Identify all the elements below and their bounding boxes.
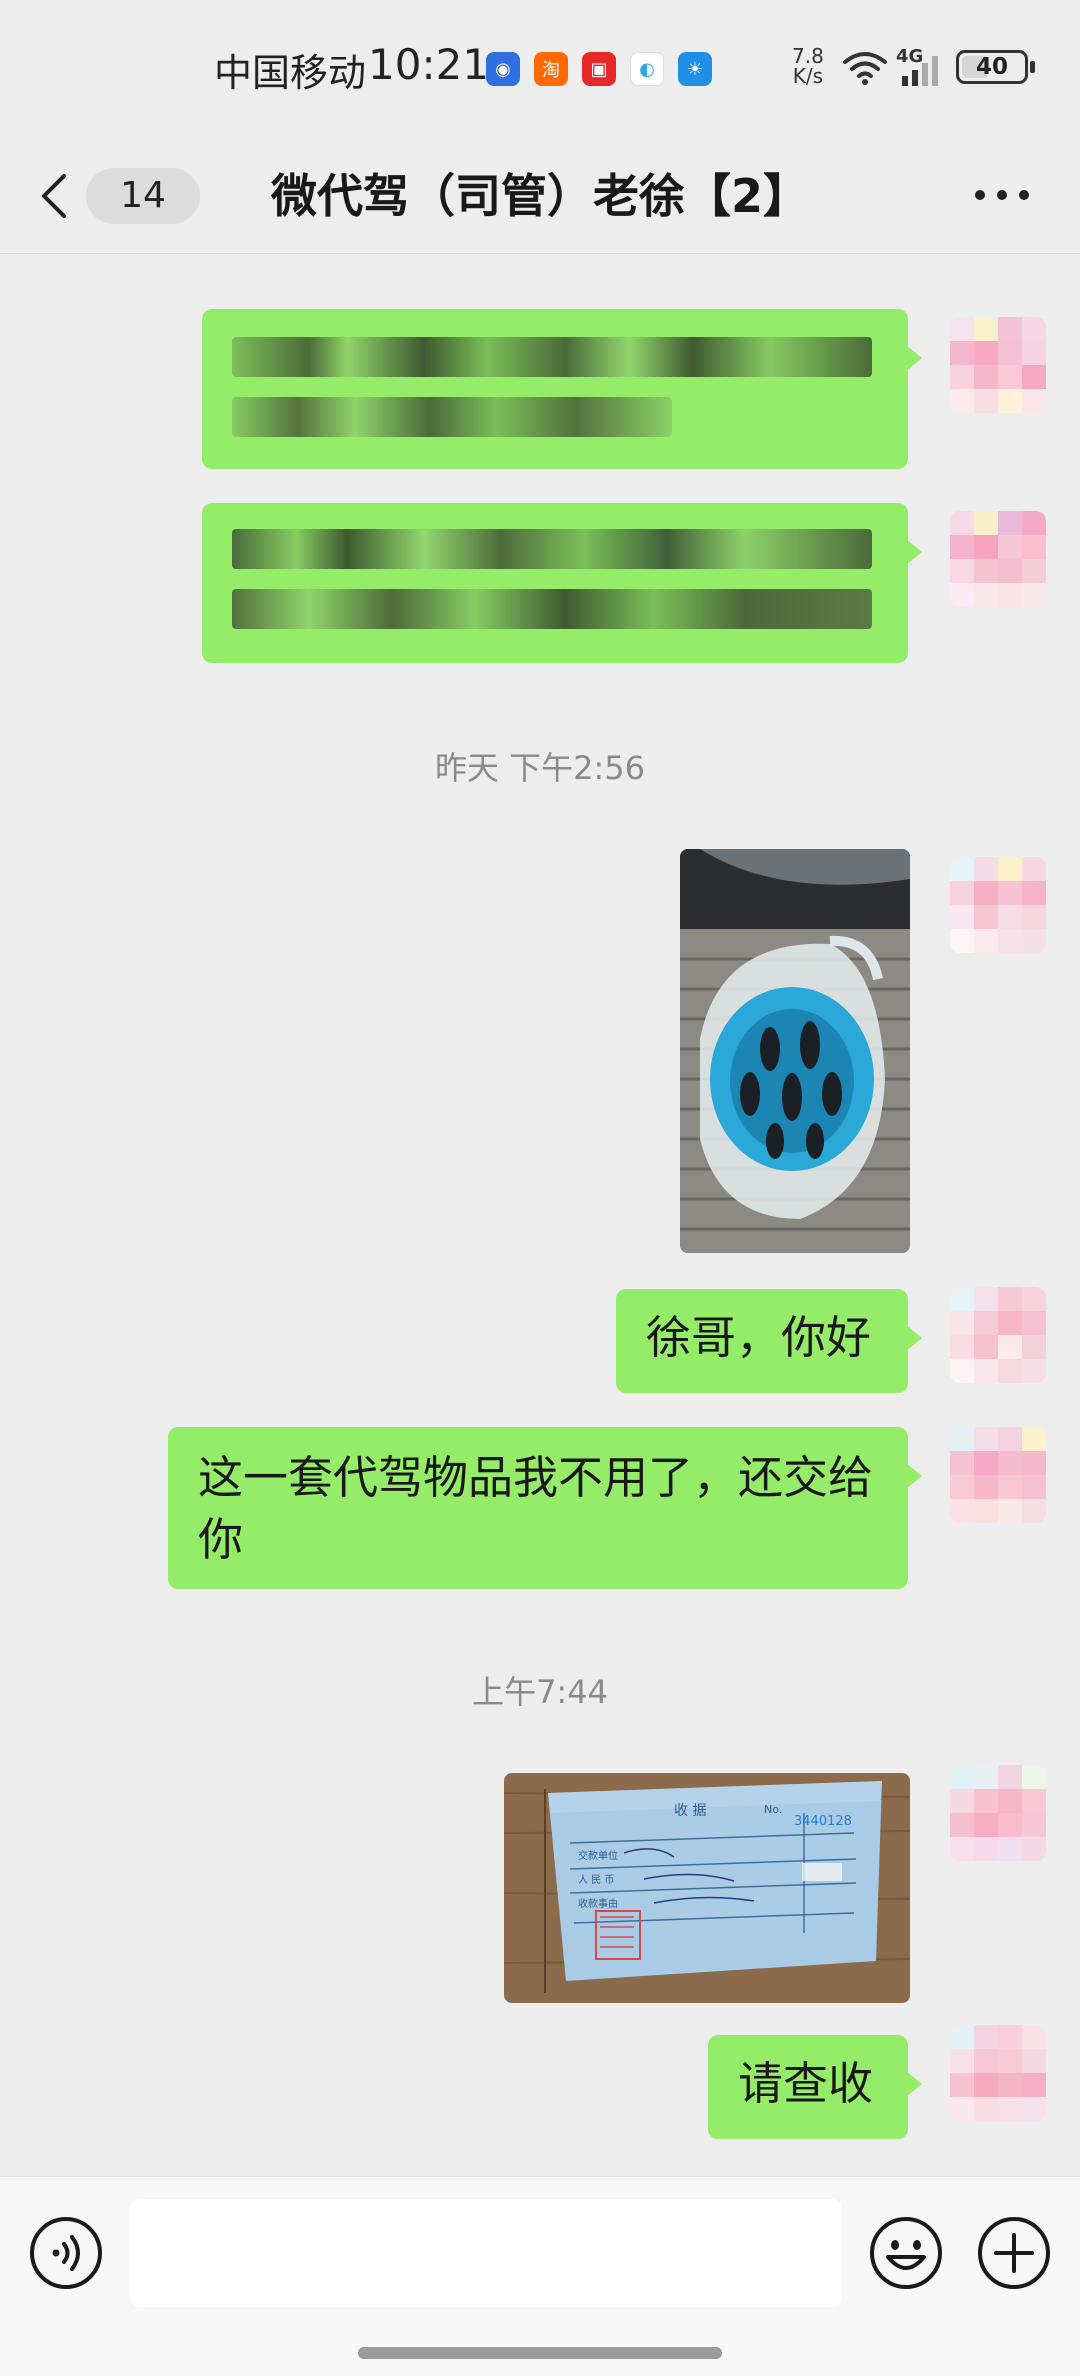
home-indicator[interactable] (358, 2347, 722, 2359)
timestamp: 昨天 下午2:56 (434, 749, 646, 787)
helmet-photo (680, 849, 910, 1253)
message-text: 这一套代驾物品我不用了，还交给你 (198, 1451, 874, 1566)
avatar[interactable] (950, 317, 1046, 413)
redacted-text (232, 529, 872, 569)
battery-indicator: 40 (956, 50, 1035, 84)
redacted-text (232, 337, 872, 377)
avatar[interactable] (950, 511, 1046, 607)
message-input[interactable] (130, 2199, 842, 2307)
avatar[interactable] (950, 857, 1046, 953)
emoji-icon[interactable] (868, 2215, 944, 2291)
taobao-icon: 淘 (534, 52, 568, 86)
input-bar (0, 2176, 1080, 2376)
avatar[interactable] (950, 1427, 1046, 1523)
battery-percent: 40 (975, 54, 1008, 80)
avatar[interactable] (950, 2025, 1046, 2121)
message-bubble[interactable]: 这一套代驾物品我不用了，还交给你 (168, 1427, 922, 1589)
message-app-icon: ◐ (630, 52, 664, 86)
chat-header: 14 微代驾（司管）老徐【2】 (0, 136, 1080, 254)
signal-icon (902, 56, 938, 86)
back-button[interactable]: 14 (38, 164, 200, 226)
more-options-icon[interactable] (972, 180, 1032, 210)
huawei-store-icon: ▣ (582, 52, 616, 86)
message-text: 徐哥，你好 (646, 1311, 872, 1364)
unread-count-badge: 14 (86, 168, 200, 224)
svg-text:No.: No. (764, 1803, 782, 1816)
message-bubble-redacted[interactable] (202, 309, 922, 469)
message-text: 请查收 (738, 2057, 874, 2110)
notification-icons: ◉ 淘 ▣ ◐ ☀ (486, 52, 712, 86)
avatar[interactable] (950, 1765, 1046, 1861)
svg-text:收款事由: 收款事由 (578, 1897, 618, 1910)
chevron-left-icon (42, 174, 66, 218)
timestamp: 上午7:44 (472, 1673, 608, 1711)
app-notification-icon: ◉ (486, 52, 520, 86)
plus-icon[interactable] (976, 2215, 1052, 2291)
network-speed-unit: K/s (792, 64, 824, 88)
svg-text:收 据: 收 据 (674, 1803, 706, 1819)
voice-icon[interactable] (28, 2215, 104, 2291)
image-message-helmet[interactable] (680, 849, 910, 1253)
chat-title: 微代驾（司管）老徐【2】 (270, 169, 809, 223)
redacted-text (232, 589, 872, 629)
carrier-name: 中国移动 (214, 51, 367, 95)
message-list[interactable]: 昨天 下午2:56 徐哥，你好 这一套代驾物品我不用了，还交给你 上午7:44 … (0, 255, 1080, 2175)
network-speed-value: 7.8 (792, 44, 824, 68)
message-bubble-redacted[interactable] (202, 503, 922, 663)
message-bubble[interactable]: 徐哥，你好 (616, 1289, 922, 1393)
wifi-icon (843, 52, 887, 85)
network-speed: 7.8 K/s (792, 46, 824, 86)
receipt-photo: 收 据 No. 3440128 交款单位 人 民 币 收款事由 (504, 1773, 910, 2003)
svg-text:3440128: 3440128 (794, 1814, 852, 1829)
image-message-receipt[interactable]: 收 据 No. 3440128 交款单位 人 民 币 收款事由 (504, 1773, 910, 2003)
weather-icon: ☀ (678, 52, 712, 86)
svg-text:交款单位: 交款单位 (578, 1849, 618, 1862)
redacted-text (232, 397, 672, 437)
clock: 10:21 (368, 40, 490, 89)
message-bubble[interactable]: 请查收 (708, 2035, 922, 2139)
avatar[interactable] (950, 1287, 1046, 1383)
svg-text:人 民 币: 人 民 币 (578, 1874, 614, 1886)
status-bar: 中国移动 10:21 ◉ 淘 ▣ ◐ ☀ 7.8 K/s 4G 40 (0, 0, 1080, 136)
